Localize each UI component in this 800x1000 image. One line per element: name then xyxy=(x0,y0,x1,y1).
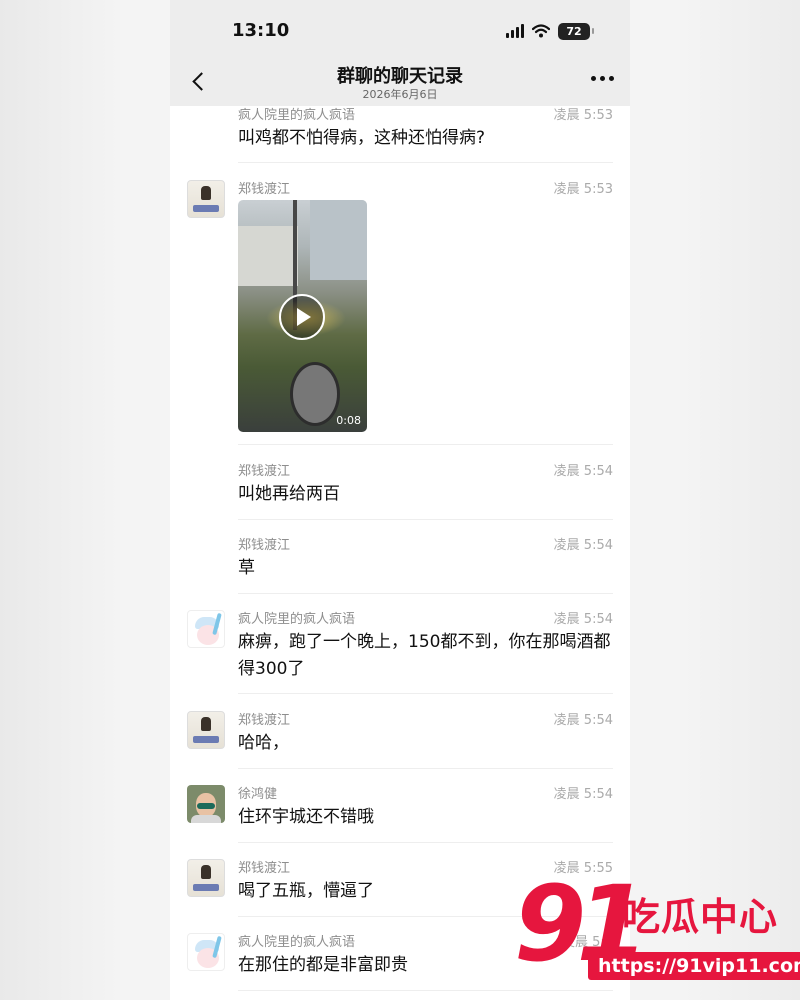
message-time: 凌晨 5:54 xyxy=(553,713,613,728)
battery-icon: 72 xyxy=(558,22,594,40)
message-text[interactable]: 叫鸡都不怕得病，这种还怕得病? xyxy=(238,125,613,152)
video-message[interactable]: 0:08 xyxy=(238,200,367,432)
sender-name: 疯人院里的疯人疯语 xyxy=(238,612,356,627)
message-time: 凌晨 5:54 xyxy=(553,538,613,553)
message-time: 凌晨 5:53 xyxy=(553,182,613,197)
message-divider xyxy=(238,693,613,694)
message-divider xyxy=(238,444,613,445)
message-time: 凌晨 5:54 xyxy=(553,787,613,802)
sender-name: 郑钱渡江 xyxy=(238,464,291,479)
signal-icon xyxy=(506,24,524,38)
sender-name: 郑钱渡江 xyxy=(238,861,291,876)
chat-history-screen: 疯人院里的疯人疯语 凌晨 5:53 叫鸡都不怕得病，这种还怕得病? 郑钱渡江 凌… xyxy=(170,0,630,1000)
sender-name: 疯人院里的疯人疯语 xyxy=(238,108,356,123)
sender-name: 疯人院里的疯人疯语 xyxy=(238,935,356,950)
sender-name: 郑钱渡江 xyxy=(238,182,291,197)
sender-name: 郑钱渡江 xyxy=(238,713,291,728)
status-time: 13:10 xyxy=(232,20,290,41)
message-divider xyxy=(238,593,613,594)
page-subtitle: 2026年6月6日 xyxy=(362,88,438,101)
message-divider xyxy=(238,162,613,163)
avatar[interactable] xyxy=(187,610,225,648)
more-icon[interactable] xyxy=(591,76,614,81)
message-text[interactable]: 住环宇城还不错哦 xyxy=(238,804,613,831)
watermark-text: 吃瓜中心 xyxy=(622,895,779,939)
page-title: 群聊的聊天记录 xyxy=(337,66,463,87)
message-time: 凌晨 5:54 xyxy=(553,464,613,479)
message-text[interactable]: 哈哈， xyxy=(238,730,613,757)
message-text[interactable]: 叫她再给两百 xyxy=(238,481,613,508)
status-icons: 72 xyxy=(506,20,594,42)
watermark: 91 吃瓜中心 https://91vip11.com xyxy=(514,872,800,1000)
sender-name: 郑钱渡江 xyxy=(238,538,291,553)
message-time: 凌晨 5:53 xyxy=(553,108,613,123)
message-divider xyxy=(238,768,613,769)
message-time: 凌晨 5:54 xyxy=(553,612,613,627)
message-divider xyxy=(238,519,613,520)
avatar[interactable] xyxy=(187,711,225,749)
avatar[interactable] xyxy=(187,180,225,218)
avatar[interactable] xyxy=(187,785,225,823)
watermark-url: https://91vip11.com xyxy=(588,952,800,980)
avatar[interactable] xyxy=(187,933,225,971)
video-duration: 0:08 xyxy=(336,414,361,427)
message-divider xyxy=(238,842,613,843)
wifi-icon xyxy=(532,24,550,38)
message-text[interactable]: 麻痹，跑了一个晚上，150都不到，你在那喝酒都得300了 xyxy=(238,629,613,683)
message-text[interactable]: 草 xyxy=(238,555,613,582)
sender-name: 徐鸿健 xyxy=(238,787,278,802)
play-icon[interactable] xyxy=(279,294,325,340)
top-bar: 13:10 72 群聊的聊天记录 2026年6月6日 xyxy=(170,0,630,106)
avatar[interactable] xyxy=(187,859,225,897)
